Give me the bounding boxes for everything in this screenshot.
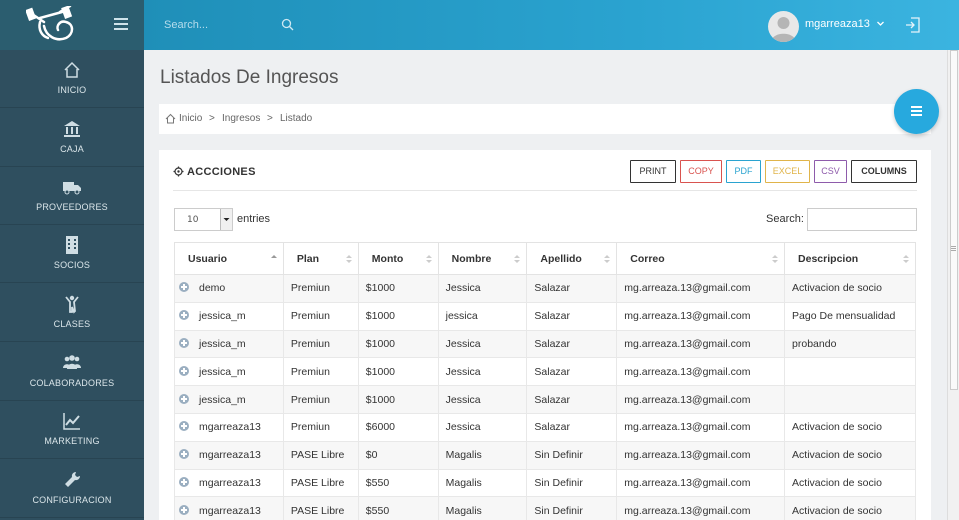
breadcrumb-current: Listado (280, 113, 313, 124)
sidebar-item-label: CAJA (60, 144, 84, 154)
print-button[interactable]: PRINT (630, 160, 676, 183)
scrollbar-grip (951, 246, 956, 247)
sidebar-item-clases[interactable]: CLASES (0, 284, 144, 342)
column-header-plan[interactable]: Plan (282, 242, 359, 275)
breadcrumb-separator: > (267, 113, 273, 124)
list-card: ACCCIONES PRINT COPY PDF EXCEL CSV COLUM… (159, 150, 931, 520)
expand-row-icon[interactable] (179, 310, 189, 321)
table-row: jessica_m Premiun $1000 Jessica Salazar mg.ar… (174, 357, 916, 387)
sidebar-item-configuracion[interactable]: CONFIGURACION (0, 460, 144, 518)
floating-menu-button[interactable] (894, 89, 939, 134)
home-icon (64, 61, 80, 78)
pdf-button[interactable]: PDF (726, 160, 761, 183)
sidebar-item-marketing[interactable]: MARKETING (0, 401, 144, 459)
table-row: mgarreaza13 PASE Libre $550 Magalis Sin Defi… (174, 496, 916, 520)
sidebar-item-socios[interactable]: SOCIOS (0, 225, 144, 283)
divider (173, 190, 917, 191)
page-scrollbar[interactable] (947, 50, 959, 520)
sidebar-item-label: SOCIOS (53, 260, 91, 270)
home-icon (165, 113, 176, 124)
logo-area (0, 0, 144, 50)
sidebar-item-caja[interactable]: CAJA (0, 109, 144, 167)
sidebar-item-label: PROVEEDORES (36, 202, 108, 212)
gym-logo-icon (26, 6, 74, 41)
column-header-monto[interactable]: Monto (357, 242, 439, 275)
user-menu[interactable]: mgarreaza13 (805, 18, 870, 30)
sidebar-item-proveedores[interactable]: PROVEEDORES (0, 167, 144, 225)
sidebar: INICIO CAJA PROVEEDORES SOCIOS CLASES CO… (0, 0, 144, 520)
expand-row-icon[interactable] (179, 421, 189, 432)
table-row: mgarreaza13 PASE Libre $0 Magalis Sin Defini… (174, 440, 916, 470)
building-icon (66, 236, 78, 254)
avatar[interactable] (768, 11, 799, 42)
column-header-descripcion[interactable]: Descripcion (784, 242, 916, 275)
expand-row-icon[interactable] (179, 476, 189, 487)
scrollbar-thumb[interactable] (950, 50, 958, 390)
entries-select[interactable]: 10 (174, 208, 233, 231)
sidebar-item-label: CLASES (53, 319, 91, 329)
sidebar-item-label: MARKETING (44, 436, 100, 446)
top-header: mgarreaza13 (144, 0, 959, 50)
column-header-apellido[interactable]: Apellido (526, 242, 618, 275)
column-header-usuario[interactable]: Usuario (174, 242, 284, 275)
column-header-correo[interactable]: Correo (616, 242, 786, 275)
expand-row-icon[interactable] (179, 393, 189, 404)
chevron-down-icon[interactable] (876, 19, 885, 28)
breadcrumb-separator: > (209, 113, 215, 124)
users-icon (63, 355, 81, 369)
page-title: Listados De Ingresos (160, 67, 339, 88)
wrench-icon (65, 471, 81, 487)
breadcrumb-link-ingresos[interactable]: Ingresos (222, 113, 260, 124)
expand-row-icon[interactable] (179, 282, 189, 293)
expand-row-icon[interactable] (179, 337, 189, 348)
breadcrumb-link-inicio[interactable]: Inicio (179, 113, 202, 124)
sidebar-item-label: CONFIGURACION (32, 495, 112, 505)
excel-button[interactable]: EXCEL (765, 160, 810, 183)
table-row: mgarreaza13 PASE Libre $550 Magalis Sin Defi… (174, 468, 916, 498)
sidebar-item-label: INICIO (57, 85, 87, 95)
ingresos-table: Usuario Plan Monto Nombre Apellido Corre… (174, 242, 916, 520)
expand-row-icon[interactable] (179, 449, 189, 460)
breadcrumb: Inicio > Ingresos > Listado (159, 104, 931, 134)
bank-icon (64, 121, 80, 137)
chevron-down-icon (220, 209, 232, 230)
chart-icon (63, 413, 80, 430)
entries-label: entries (237, 213, 271, 225)
search-icon[interactable] (281, 18, 294, 31)
columns-button[interactable]: COLUMNS (851, 160, 917, 183)
person-icon (65, 295, 79, 314)
expand-row-icon[interactable] (179, 365, 189, 376)
table-row: demo Premiun $1000 Jessica Salazar mg.arreaza… (174, 274, 916, 303)
column-header-nombre[interactable]: Nombre (437, 242, 528, 275)
logout-icon[interactable] (904, 16, 922, 34)
gear-icon (173, 166, 184, 177)
table-row: jessica_m Premiun $1000 Jessica Salazar mg.ar… (174, 385, 916, 414)
csv-button[interactable]: CSV (814, 160, 847, 183)
sidebar-item-colaboradores[interactable]: COLABORADORES (0, 343, 144, 401)
sidebar-toggle-button[interactable] (114, 18, 128, 30)
truck-icon (63, 182, 81, 195)
expand-row-icon[interactable] (179, 504, 189, 515)
sidebar-item-inicio[interactable]: INICIO (0, 50, 144, 108)
table-search-label: Search: (766, 213, 804, 225)
table-search-input[interactable] (807, 208, 917, 231)
copy-button[interactable]: COPY (680, 160, 722, 183)
table-row: jessica_m Premiun $1000 jessica Salazar mg.ar… (174, 301, 916, 331)
sidebar-item-label: COLABORADORES (29, 378, 115, 388)
table-row: mgarreaza13 Premiun $6000 Jessica Salazar mg.… (174, 412, 916, 442)
card-title: ACCCIONES (173, 166, 256, 178)
table-row: jessica_m Premiun $1000 Jessica Salazar mg.ar… (174, 329, 916, 359)
